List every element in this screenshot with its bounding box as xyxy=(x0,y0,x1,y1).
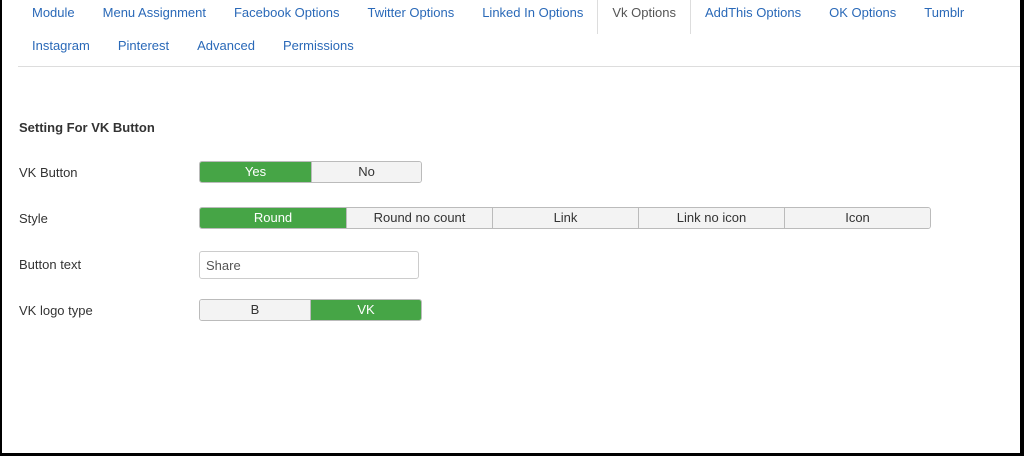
tab-pinterest[interactable]: Pinterest xyxy=(104,33,183,65)
logo-type-toggle: B VK xyxy=(199,299,422,321)
section-title: Setting For VK Button xyxy=(19,120,155,135)
tab-facebook-options[interactable]: Facebook Options xyxy=(220,0,354,32)
tab-menu-assignment[interactable]: Menu Assignment xyxy=(89,0,220,32)
button-text-label: Button text xyxy=(19,257,82,272)
tab-twitter-options[interactable]: Twitter Options xyxy=(354,0,469,32)
style-link-no-icon-option[interactable]: Link no icon xyxy=(639,208,785,228)
vk-button-no-option[interactable]: No xyxy=(312,162,421,182)
vk-button-toggle: Yes No xyxy=(199,161,422,183)
button-text-input[interactable] xyxy=(199,251,419,279)
tab-row-1: Module Menu Assignment Facebook Options … xyxy=(18,0,978,34)
tab-tumblr[interactable]: Tumblr xyxy=(910,0,978,32)
style-toggle: Round Round no count Link Link no icon I… xyxy=(199,207,931,229)
tab-vk-options[interactable]: Vk Options xyxy=(597,0,691,34)
logo-type-vk-option[interactable]: VK xyxy=(311,300,421,320)
tab-permissions[interactable]: Permissions xyxy=(269,33,368,65)
tab-addthis-options[interactable]: AddThis Options xyxy=(691,0,815,32)
tab-instagram[interactable]: Instagram xyxy=(18,33,104,65)
tab-module[interactable]: Module xyxy=(18,0,89,32)
tab-ok-options[interactable]: OK Options xyxy=(815,0,910,32)
tab-row-2: Instagram Pinterest Advanced Permissions xyxy=(18,33,368,65)
logo-type-b-option[interactable]: B xyxy=(200,300,311,320)
style-label: Style xyxy=(19,211,48,226)
style-round-option[interactable]: Round xyxy=(200,208,347,228)
tab-linkedin-options[interactable]: Linked In Options xyxy=(468,0,597,32)
style-link-option[interactable]: Link xyxy=(493,208,639,228)
logo-type-label: VK logo type xyxy=(19,303,93,318)
tab-bar: Module Menu Assignment Facebook Options … xyxy=(18,0,1020,67)
style-icon-option[interactable]: Icon xyxy=(785,208,930,228)
tab-advanced[interactable]: Advanced xyxy=(183,33,269,65)
vk-button-yes-option[interactable]: Yes xyxy=(200,162,312,182)
vk-button-label: VK Button xyxy=(19,165,78,180)
module-editor: Module Menu Assignment Facebook Options … xyxy=(2,0,1020,453)
style-round-no-count-option[interactable]: Round no count xyxy=(347,208,493,228)
